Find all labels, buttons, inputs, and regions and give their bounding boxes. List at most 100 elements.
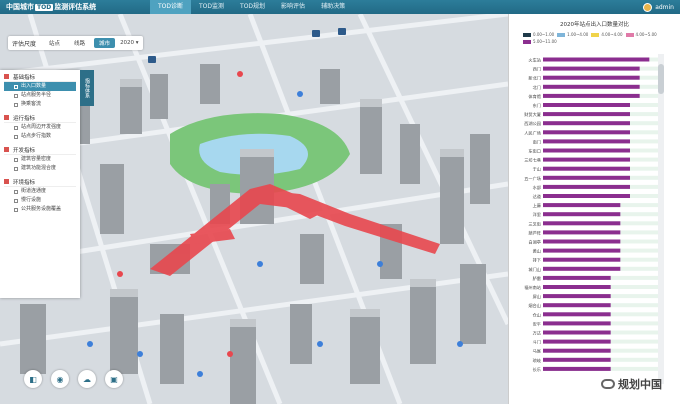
bar[interactable] bbox=[543, 175, 630, 180]
category-label: 葫芦阵 bbox=[528, 229, 541, 236]
bar[interactable] bbox=[543, 93, 640, 98]
indicator-item[interactable]: 建筑功能混合度 bbox=[4, 164, 76, 173]
bar[interactable] bbox=[543, 275, 611, 280]
bar[interactable] bbox=[543, 266, 621, 271]
nav-tod-planning[interactable]: TOD规划 bbox=[232, 0, 273, 14]
category-label: 东门 bbox=[533, 102, 541, 109]
indicator-item[interactable]: 建筑容量密度 bbox=[4, 155, 76, 164]
bar[interactable] bbox=[543, 339, 611, 344]
bar[interactable] bbox=[543, 84, 640, 89]
legend-item[interactable]: 0.00~1.00 bbox=[523, 32, 554, 37]
bar[interactable] bbox=[543, 139, 630, 144]
nav-tod-diagnosis[interactable]: TOD诊断 bbox=[150, 0, 192, 14]
group-header[interactable]: 基础指标 bbox=[4, 72, 76, 82]
filter-option-station[interactable]: 站点 bbox=[44, 38, 65, 48]
category-label: 达道 bbox=[533, 193, 542, 200]
layers-icon[interactable]: ◧ bbox=[24, 370, 42, 388]
bar[interactable] bbox=[543, 157, 630, 162]
bar[interactable] bbox=[543, 285, 611, 289]
item-icon bbox=[14, 207, 18, 212]
indicator-item[interactable]: 慢行设施 bbox=[4, 196, 76, 205]
year-select[interactable]: 2020 ▾ bbox=[120, 40, 139, 46]
indicator-group: 环境指标 街道连通度 慢行设施 公共服务设施覆盖 bbox=[0, 175, 80, 216]
group-header[interactable]: 运行指标 bbox=[4, 113, 76, 123]
group-title: 运行指标 bbox=[13, 115, 36, 122]
item-label: 换乘客流 bbox=[21, 101, 42, 107]
chart-scrollbar[interactable] bbox=[658, 54, 664, 384]
bar[interactable] bbox=[543, 348, 611, 353]
bar[interactable] bbox=[543, 257, 621, 262]
bar[interactable] bbox=[543, 203, 621, 208]
legend-item[interactable]: 1.00~4.00 bbox=[557, 32, 588, 37]
bar[interactable] bbox=[543, 194, 630, 198]
group-header[interactable]: 开发指标 bbox=[4, 145, 76, 155]
category-label: 五一广场 bbox=[524, 175, 541, 182]
category-label: 南门 bbox=[533, 138, 541, 145]
bar[interactable] bbox=[543, 212, 621, 217]
bar[interactable] bbox=[543, 75, 640, 80]
category-label: 火车站 bbox=[528, 57, 541, 64]
bar[interactable] bbox=[543, 294, 611, 299]
bar[interactable] bbox=[543, 148, 630, 153]
screen-icon[interactable]: ▣ bbox=[105, 370, 123, 388]
bar[interactable] bbox=[543, 366, 611, 371]
bar[interactable] bbox=[543, 130, 630, 135]
bar[interactable] bbox=[543, 357, 611, 362]
category-label: 财贸大厦 bbox=[524, 111, 541, 118]
item-label: 建筑容量密度 bbox=[21, 156, 52, 162]
nav-decision-support[interactable]: 辅助决策 bbox=[313, 0, 353, 14]
brand-post: 监测评估系统 bbox=[54, 3, 97, 11]
indicator-item[interactable]: 站点周边开发强度 bbox=[4, 123, 76, 132]
group-title: 环境指标 bbox=[13, 179, 36, 186]
category-label: 屏山 bbox=[533, 293, 541, 300]
bar[interactable] bbox=[543, 330, 611, 335]
filter-option-line[interactable]: 线路 bbox=[69, 38, 90, 48]
legend-item[interactable]: 4.00~5.00 bbox=[625, 32, 657, 37]
category-label: 排下 bbox=[533, 257, 541, 264]
bar[interactable] bbox=[543, 57, 650, 62]
group-header[interactable]: 环境指标 bbox=[4, 177, 76, 187]
bar[interactable] bbox=[543, 184, 630, 189]
nav-impact-eval[interactable]: 影响评估 bbox=[273, 0, 313, 14]
group-icon bbox=[4, 179, 9, 184]
category-label: 黄山 bbox=[533, 248, 541, 255]
map-tools: ◧ ◉ ☁ ▣ bbox=[24, 370, 132, 388]
bar[interactable] bbox=[543, 303, 611, 308]
indicator-panel-tab[interactable]: 指标体系 bbox=[80, 70, 94, 106]
user-menu[interactable]: admin bbox=[643, 2, 680, 12]
bar[interactable] bbox=[543, 112, 630, 117]
bar[interactable] bbox=[543, 312, 611, 317]
nav-tod-monitor[interactable]: TOD监测 bbox=[191, 0, 232, 14]
category-label: 西湖公园 bbox=[524, 120, 541, 127]
indicator-item[interactable]: 换乘客流 bbox=[4, 100, 76, 109]
bar[interactable] bbox=[543, 239, 621, 244]
legend-item[interactable]: 4.00~4.00 bbox=[591, 32, 623, 37]
scale-filter-bar: 评估尺度 站点 线路 城市 2020 ▾ bbox=[8, 36, 143, 50]
bar[interactable] bbox=[543, 121, 630, 126]
location-icon[interactable]: ◉ bbox=[51, 370, 69, 388]
cloud-icon[interactable]: ☁ bbox=[78, 370, 96, 388]
bar[interactable] bbox=[543, 221, 621, 226]
avatar bbox=[643, 2, 653, 12]
indicator-item[interactable]: 街道连通度 bbox=[4, 187, 76, 196]
indicator-item[interactable]: 站点步行指数 bbox=[4, 132, 76, 141]
bar[interactable] bbox=[543, 103, 630, 107]
indicator-item[interactable]: 站点服务半径 bbox=[4, 91, 76, 100]
legend-label: 4.00~4.00 bbox=[601, 32, 623, 37]
bar[interactable] bbox=[543, 230, 621, 235]
category-label: 于山 bbox=[533, 166, 541, 173]
legend-item[interactable]: 5.00~11.00 bbox=[523, 39, 557, 44]
bar[interactable] bbox=[543, 66, 640, 71]
filter-option-city[interactable]: 城市 bbox=[94, 38, 116, 48]
indicator-item[interactable]: 出入口数量 bbox=[4, 82, 76, 91]
bar[interactable] bbox=[543, 166, 630, 171]
legend-swatch bbox=[557, 32, 566, 37]
filter-label: 评估尺度 bbox=[12, 40, 37, 48]
category-label: 斗门 bbox=[533, 339, 541, 346]
bar[interactable] bbox=[543, 321, 611, 326]
indicator-item[interactable]: 公共服务设施覆盖 bbox=[4, 205, 76, 214]
bar[interactable] bbox=[543, 248, 621, 253]
group-title: 基础指标 bbox=[13, 74, 36, 81]
scroll-thumb[interactable] bbox=[658, 64, 664, 94]
category-label: 安平 bbox=[533, 320, 541, 327]
